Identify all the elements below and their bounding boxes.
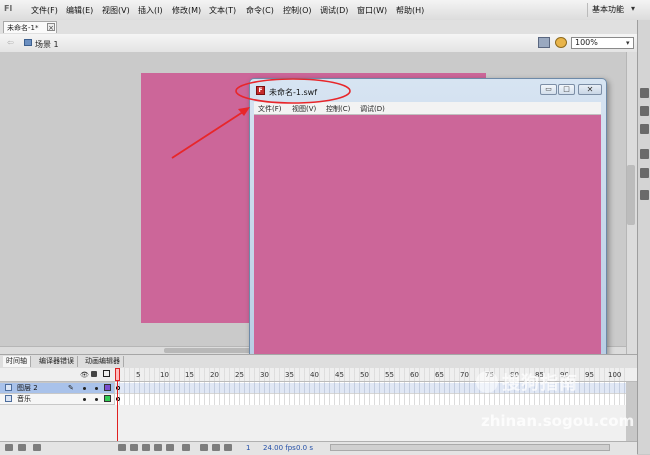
tick-label: 5 xyxy=(136,371,141,379)
menu-insert[interactable]: 插入(I) xyxy=(138,5,163,16)
workspace-switcher[interactable]: 基本功能 xyxy=(587,3,628,17)
minimize-icon[interactable]: ▭ xyxy=(540,84,557,95)
tab-compiler-errors[interactable]: 编译器错误 xyxy=(36,356,78,367)
lock-icon[interactable] xyxy=(91,371,97,377)
tick-label: 20 xyxy=(210,371,219,379)
visibility-dot[interactable] xyxy=(83,398,86,401)
swf-menu-view[interactable]: 视图(V) xyxy=(292,104,316,114)
menu-edit[interactable]: 编辑(E) xyxy=(66,5,93,16)
info-icon[interactable] xyxy=(640,124,649,134)
layer-row[interactable]: 图层 2 xyxy=(0,383,114,393)
swf-menu-debug[interactable]: 调试(D) xyxy=(360,104,385,114)
scene-label: 场景 1 xyxy=(35,40,59,49)
delete-layer-icon[interactable] xyxy=(33,444,41,451)
new-layer-icon[interactable] xyxy=(5,444,13,451)
swf-menu-file[interactable]: 文件(F) xyxy=(258,104,282,114)
timeline-horizontal-scrollbar[interactable] xyxy=(330,444,610,451)
menu-bar: Fl 文件(F) 编辑(E) 视图(V) 插入(I) 修改(M) 文本(T) 命… xyxy=(0,0,650,21)
chevron-down-icon[interactable]: ▾ xyxy=(631,4,635,13)
lock-dot[interactable] xyxy=(95,387,98,390)
watermark-url: zhinan.sogou.com xyxy=(481,412,635,430)
layer-color-swatch[interactable] xyxy=(104,395,111,402)
playhead[interactable] xyxy=(115,368,120,381)
frame-rate[interactable]: 24.00 fps xyxy=(263,444,296,452)
color-icon[interactable] xyxy=(640,149,649,159)
step-forward-icon[interactable] xyxy=(154,444,162,451)
menu-file[interactable]: 文件(F) xyxy=(31,5,58,16)
edit-multiple-frames-icon[interactable] xyxy=(224,444,232,451)
tick-label: 55 xyxy=(385,371,394,379)
loop-icon[interactable] xyxy=(182,444,190,451)
swf-content-area[interactable] xyxy=(254,115,601,364)
tick-label: 10 xyxy=(160,371,169,379)
tick-label: 60 xyxy=(410,371,419,379)
library-icon[interactable] xyxy=(640,106,649,116)
step-back-icon[interactable] xyxy=(130,444,138,451)
menu-help[interactable]: 帮助(H) xyxy=(396,5,424,16)
stage-vertical-scroll-thumb[interactable] xyxy=(627,165,635,225)
layer-name: 音乐 xyxy=(17,395,31,403)
center-frame-icon[interactable] xyxy=(200,444,208,451)
close-icon[interactable]: × xyxy=(47,23,55,32)
tick-label: 70 xyxy=(460,371,469,379)
menu-view[interactable]: 视图(V) xyxy=(102,5,130,16)
play-icon[interactable] xyxy=(142,444,150,451)
edit-scene-icon[interactable] xyxy=(538,37,550,48)
close-icon[interactable]: ✕ xyxy=(578,84,602,95)
sogou-logo-icon xyxy=(476,371,498,393)
layer-icon xyxy=(5,395,12,402)
tick-label: 35 xyxy=(285,371,294,379)
tick-label: 25 xyxy=(235,371,244,379)
menu-text[interactable]: 文本(T) xyxy=(209,5,236,16)
tick-label: 100 xyxy=(608,371,622,379)
flash-player-icon: F xyxy=(256,86,265,95)
properties-icon[interactable] xyxy=(640,88,649,98)
tick-label: 95 xyxy=(585,371,594,379)
swf-window-title: 未命名-1.swf xyxy=(269,88,318,97)
zoom-select[interactable]: 100% xyxy=(571,37,634,49)
tick-label: 65 xyxy=(435,371,444,379)
watermark-brand: 搜狗指南 xyxy=(502,373,578,394)
edit-symbol-icon[interactable] xyxy=(555,37,567,48)
menu-window[interactable]: 窗口(W) xyxy=(357,5,387,16)
document-tab-bar xyxy=(0,20,637,35)
new-folder-icon[interactable] xyxy=(18,444,26,451)
scene-icon xyxy=(24,39,32,46)
flash-logo-icon: Fl xyxy=(4,4,13,13)
lock-dot[interactable] xyxy=(95,398,98,401)
back-arrow-icon[interactable]: ⇦ xyxy=(7,38,14,47)
chevron-down-icon[interactable]: ▾ xyxy=(626,39,630,47)
layer-name: 图层 2 xyxy=(17,384,38,392)
tick-label: 30 xyxy=(260,371,269,379)
elapsed-time: 0.0 s xyxy=(296,444,314,452)
pencil-icon: ✎ xyxy=(68,384,74,392)
visibility-dot[interactable] xyxy=(83,387,86,390)
align-icon[interactable] xyxy=(640,190,649,200)
tick-label: 45 xyxy=(335,371,344,379)
outline-icon[interactable] xyxy=(103,370,110,377)
menu-debug[interactable]: 调试(D) xyxy=(320,5,348,16)
layer-row[interactable]: 音乐 xyxy=(0,394,114,404)
menu-modify[interactable]: 修改(M) xyxy=(172,5,201,16)
onion-skin-icon[interactable] xyxy=(212,444,220,451)
eye-icon[interactable]: 👁 xyxy=(80,371,89,379)
menu-commands[interactable]: 命令(C) xyxy=(246,5,274,16)
tab-timeline[interactable]: 时间轴 xyxy=(3,356,31,367)
tick-label: 15 xyxy=(185,371,194,379)
swf-menu-control[interactable]: 控制(C) xyxy=(326,104,350,114)
tab-motion-editor[interactable]: 动画编辑器 xyxy=(82,356,124,367)
swatches-icon[interactable] xyxy=(640,168,649,178)
last-frame-icon[interactable] xyxy=(166,444,174,451)
tick-label: 40 xyxy=(310,371,319,379)
layer-color-swatch[interactable] xyxy=(104,384,111,391)
menu-control[interactable]: 控制(O) xyxy=(283,5,312,16)
current-frame[interactable]: 1 xyxy=(246,444,250,452)
maximize-icon[interactable]: □ xyxy=(558,84,575,95)
tick-label: 50 xyxy=(360,371,369,379)
first-frame-icon[interactable] xyxy=(118,444,126,451)
collapsed-panel-strip xyxy=(637,20,650,454)
layer-icon xyxy=(5,384,12,391)
